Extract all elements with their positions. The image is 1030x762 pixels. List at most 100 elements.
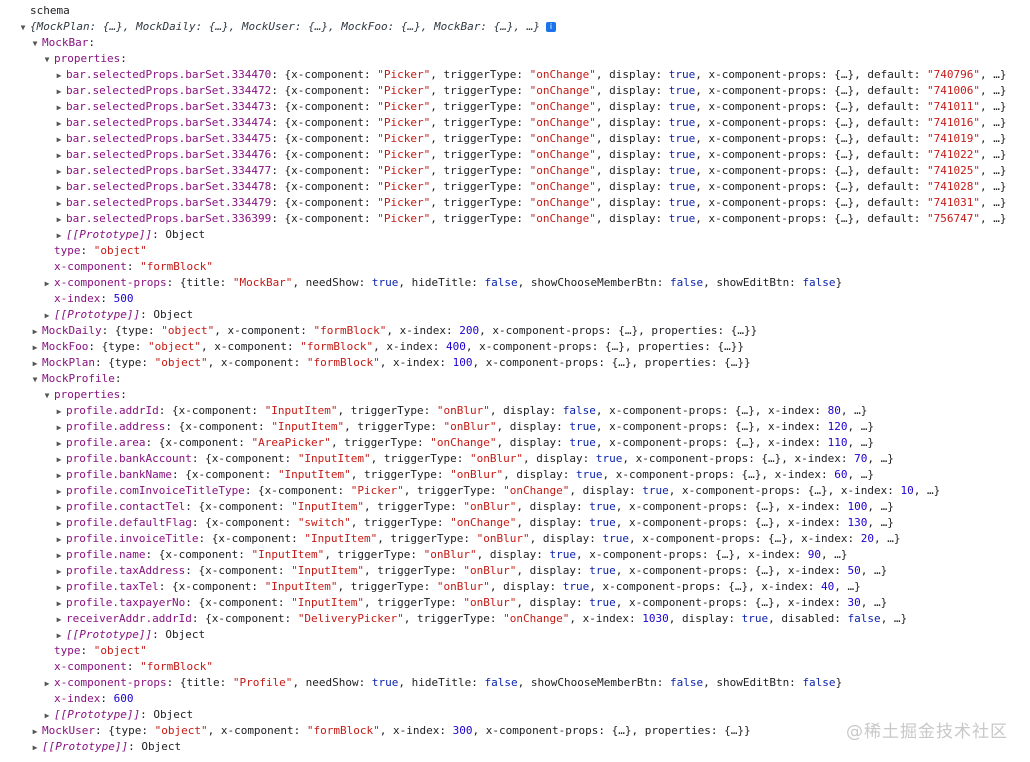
value-token: , display:	[595, 100, 669, 113]
triangle-down-icon[interactable]: ▼	[19, 20, 27, 35]
triangle-right-icon[interactable]: ▶	[55, 516, 63, 531]
value-token: , …}	[860, 596, 888, 609]
triangle-right-icon[interactable]: ▶	[43, 276, 51, 291]
tree-row[interactable]: ▶ [[Prototype]]: Object	[0, 627, 1030, 643]
tree-row[interactable]: ▶ x-component-props: {title: "Profile", n…	[0, 675, 1030, 691]
triangle-right-icon[interactable]: ▶	[55, 484, 63, 499]
tree-row[interactable]: ▶ profile.area: {x-component: "AreaPicker…	[0, 435, 1030, 451]
tree-row[interactable]: ▶ bar.selectedProps.barSet.334470: {x-com…	[0, 67, 1030, 83]
tree-row[interactable]: ▶ bar.selectedProps.barSet.334474: {x-com…	[0, 115, 1030, 131]
triangle-right-icon[interactable]: ▶	[43, 676, 51, 691]
info-icon[interactable]: i	[545, 22, 556, 32]
tree-row[interactable]: ▶ profile.taxTel: {x-component: "InputIte…	[0, 579, 1030, 595]
tree-row[interactable]: ▶ profile.bankName: {x-component: "InputI…	[0, 467, 1030, 483]
value-token: "onChange"	[529, 68, 596, 81]
tree-row[interactable]: ▶ bar.selectedProps.barSet.334479: {x-com…	[0, 195, 1030, 211]
triangle-right-icon[interactable]: ▶	[31, 340, 39, 355]
triangle-right-icon[interactable]: ▶	[55, 100, 63, 115]
tree-row[interactable]: ▶ profile.addrId: {x-component: "InputIte…	[0, 403, 1030, 419]
tree-row[interactable]: ▶ [[Prototype]]: Object	[0, 227, 1030, 243]
triangle-right-icon[interactable]: ▶	[55, 404, 63, 419]
tree-row[interactable]: ▶ profile.name: {x-component: "InputItem"…	[0, 547, 1030, 563]
triangle-right-icon[interactable]: ▶	[55, 68, 63, 83]
value-token: "formBlock"	[306, 724, 380, 737]
tree-row[interactable]: ▶ profile.contactTel: {x-component: "Inpu…	[0, 499, 1030, 515]
triangle-right-icon[interactable]: ▶	[55, 628, 63, 643]
triangle-down-icon[interactable]: ▼	[43, 388, 51, 403]
tree-row[interactable]: ▼ {MockPlan: {…}, MockDaily: {…}, MockUse…	[0, 19, 1030, 35]
tree-row[interactable]: ▶ MockFoo: {type: "object", x-component: …	[0, 339, 1030, 355]
value-token: "Picker"	[377, 132, 431, 145]
tree-row[interactable]: ▶ bar.selectedProps.barSet.334472: {x-com…	[0, 83, 1030, 99]
value-token: , x-component-props: {…}, properties: {……	[479, 324, 758, 337]
triangle-right-icon[interactable]: ▶	[55, 436, 63, 451]
triangle-down-icon[interactable]: ▼	[43, 52, 51, 67]
tree-row[interactable]: ▼ properties:	[0, 387, 1030, 403]
triangle-right-icon[interactable]: ▶	[55, 420, 63, 435]
value-token: true	[371, 676, 399, 689]
triangle-right-icon[interactable]: ▶	[55, 228, 63, 243]
value-token: "Picker"	[377, 148, 431, 161]
triangle-right-icon[interactable]: ▶	[31, 724, 39, 739]
tree-row[interactable]: ▶ bar.selectedProps.barSet.336399: {x-com…	[0, 211, 1030, 227]
triangle-right-icon[interactable]: ▶	[55, 116, 63, 131]
triangle-right-icon[interactable]: ▶	[55, 612, 63, 627]
triangle-right-icon[interactable]: ▶	[55, 500, 63, 515]
triangle-right-icon[interactable]: ▶	[55, 468, 63, 483]
triangle-right-icon[interactable]: ▶	[55, 564, 63, 579]
triangle-right-icon[interactable]: ▶	[55, 212, 63, 227]
tree-row[interactable]: ▶ profile.comInvoiceTitleType: {x-compone…	[0, 483, 1030, 499]
tree-row[interactable]: ▶ bar.selectedProps.barSet.334475: {x-com…	[0, 131, 1030, 147]
triangle-right-icon[interactable]: ▶	[55, 180, 63, 195]
tree-row[interactable]: ▼ MockProfile:	[0, 371, 1030, 387]
triangle-right-icon[interactable]: ▶	[55, 548, 63, 563]
tree-row[interactable]: ▶ [[Prototype]]: Object	[0, 307, 1030, 323]
tree-row[interactable]: ▶ bar.selectedProps.barSet.334478: {x-com…	[0, 179, 1030, 195]
value-token: , x-component-props: {…}, properties: {……	[465, 340, 745, 353]
tree-row[interactable]: ▶ MockPlan: {type: "object", x-component:…	[0, 355, 1030, 371]
tree-row[interactable]: ▶ profile.address: {x-component: "InputIt…	[0, 419, 1030, 435]
triangle-right-icon[interactable]: ▶	[31, 324, 39, 339]
tree-row[interactable]: ▶ profile.bankAccount: {x-component: "Inp…	[0, 451, 1030, 467]
tree-row[interactable]: ▶ profile.taxpayerNo: {x-component: "Inpu…	[0, 595, 1030, 611]
value-token: , x-component-props: {…}, default:	[695, 196, 927, 209]
property-key: bar.selectedProps.barSet.334476	[66, 148, 272, 161]
tree-row[interactable]: ▶ profile.invoiceTitle: {x-component: "In…	[0, 531, 1030, 547]
triangle-right-icon[interactable]: ▶	[55, 196, 63, 211]
tree-row[interactable]: ▶ profile.defaultFlag: {x-component: "swi…	[0, 515, 1030, 531]
triangle-right-icon[interactable]: ▶	[55, 532, 63, 547]
tree-row[interactable]: ▶ x-component-props: {title: "MockBar", n…	[0, 275, 1030, 291]
triangle-right-icon[interactable]: ▶	[55, 452, 63, 467]
tree-row[interactable]: ▶ profile.taxAddress: {x-component: "Inpu…	[0, 563, 1030, 579]
tree-row[interactable]: ▼ properties:	[0, 51, 1030, 67]
triangle-right-icon[interactable]: ▶	[55, 164, 63, 179]
value-token: {MockPlan: {…}, MockDaily: {…}, MockUser…	[30, 20, 540, 33]
value-token: "onBlur"	[443, 420, 497, 433]
tree-row[interactable]: ▶ MockDaily: {type: "object", x-component…	[0, 323, 1030, 339]
value-token: 120	[827, 420, 848, 433]
value-token: , triggerType:	[403, 612, 504, 625]
tree-row[interactable]: ▶ bar.selectedProps.barSet.334473: {x-com…	[0, 99, 1030, 115]
tree-row[interactable]: ▶ bar.selectedProps.barSet.334476: {x-com…	[0, 147, 1030, 163]
tree-row[interactable]: ▼ MockBar:	[0, 35, 1030, 51]
triangle-right-icon[interactable]: ▶	[55, 596, 63, 611]
triangle-right-icon[interactable]: ▶	[31, 740, 39, 755]
value-token: true	[668, 132, 696, 145]
triangle-right-icon[interactable]: ▶	[55, 148, 63, 163]
triangle-right-icon[interactable]: ▶	[55, 132, 63, 147]
triangle-right-icon[interactable]: ▶	[55, 84, 63, 99]
value-token: false	[562, 404, 596, 417]
triangle-right-icon[interactable]: ▶	[43, 708, 51, 723]
value-token: , x-index:	[379, 724, 453, 737]
value-token: : {x-component:	[158, 404, 265, 417]
triangle-right-icon[interactable]: ▶	[55, 580, 63, 595]
triangle-right-icon[interactable]: ▶	[31, 356, 39, 371]
value-token: "Picker"	[377, 68, 431, 81]
property-key: profile.addrId	[66, 404, 159, 417]
tree-row[interactable]: ▶ receiverAddr.addrId: {x-component: "Del…	[0, 611, 1030, 627]
triangle-right-icon[interactable]: ▶	[43, 308, 51, 323]
triangle-down-icon[interactable]: ▼	[31, 36, 39, 51]
triangle-down-icon[interactable]: ▼	[31, 372, 39, 387]
tree-row[interactable]: ▶ bar.selectedProps.barSet.334477: {x-com…	[0, 163, 1030, 179]
value-token: , triggerType:	[430, 212, 530, 225]
